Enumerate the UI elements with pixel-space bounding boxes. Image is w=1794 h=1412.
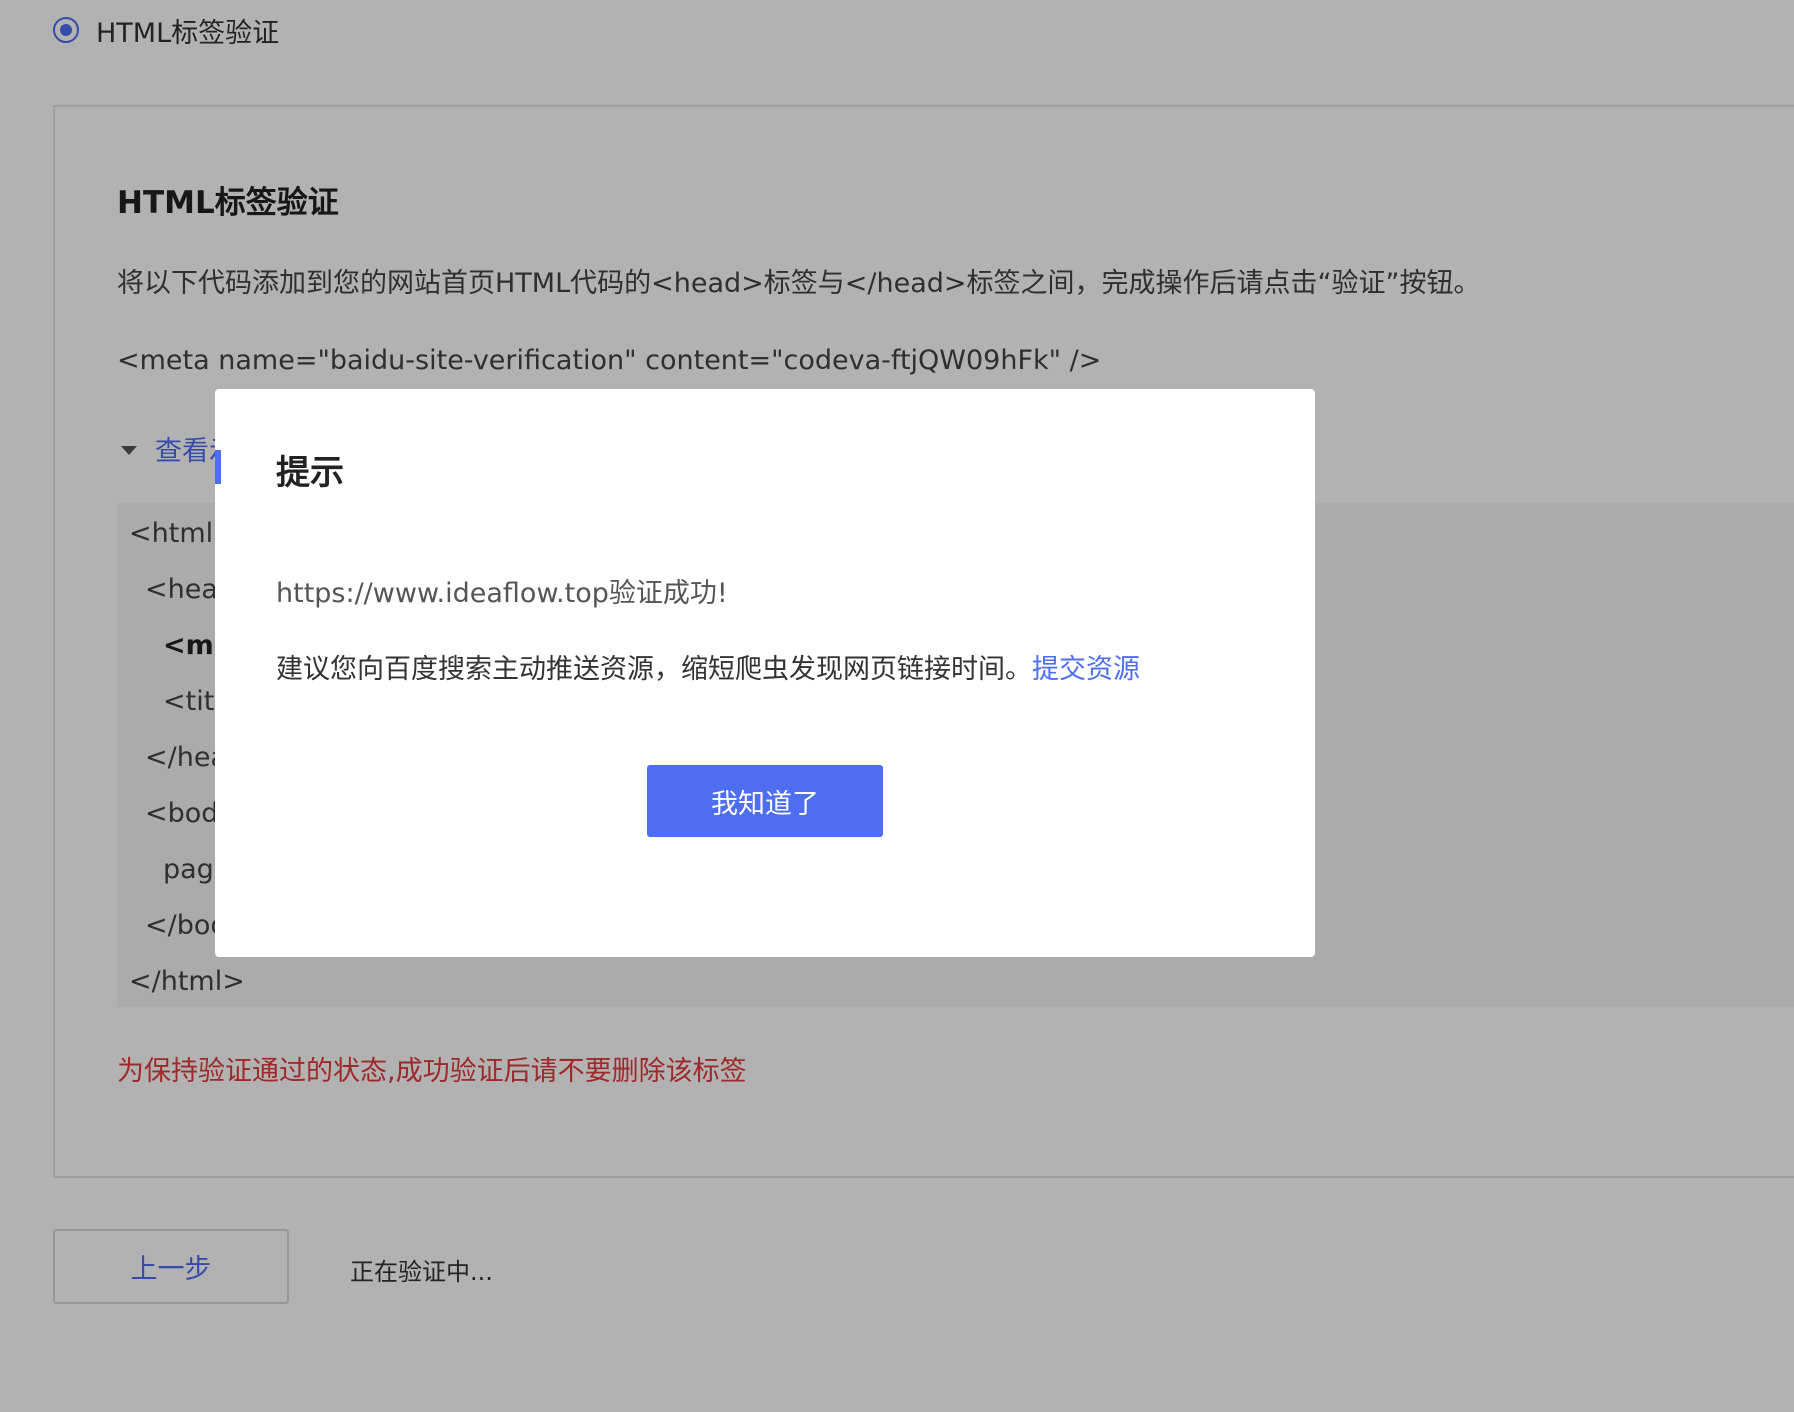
submit-resource-link[interactable]: 提交资源 [1032,654,1140,685]
dialog-suggestion-text: 建议您向百度搜索主动推送资源，缩短爬虫发现网页链接时间。 [276,654,1032,685]
dialog-success-message: https://www.ideaflow.top验证成功! [276,578,728,609]
dialog-title: 提示 [276,453,344,493]
got-it-button[interactable]: 我知道了 [647,765,883,837]
dialog-suggestion: 建议您向百度搜索主动推送资源，缩短爬虫发现网页链接时间。提交资源 [276,647,1140,686]
page: HTML标签验证 HTML标签验证 将以下代码添加到您的网站首页HTML代码的<… [0,0,1794,1412]
success-dialog: 提示 https://www.ideaflow.top验证成功! 建议您向百度搜… [215,389,1315,957]
modal-accent-bar [215,450,221,484]
